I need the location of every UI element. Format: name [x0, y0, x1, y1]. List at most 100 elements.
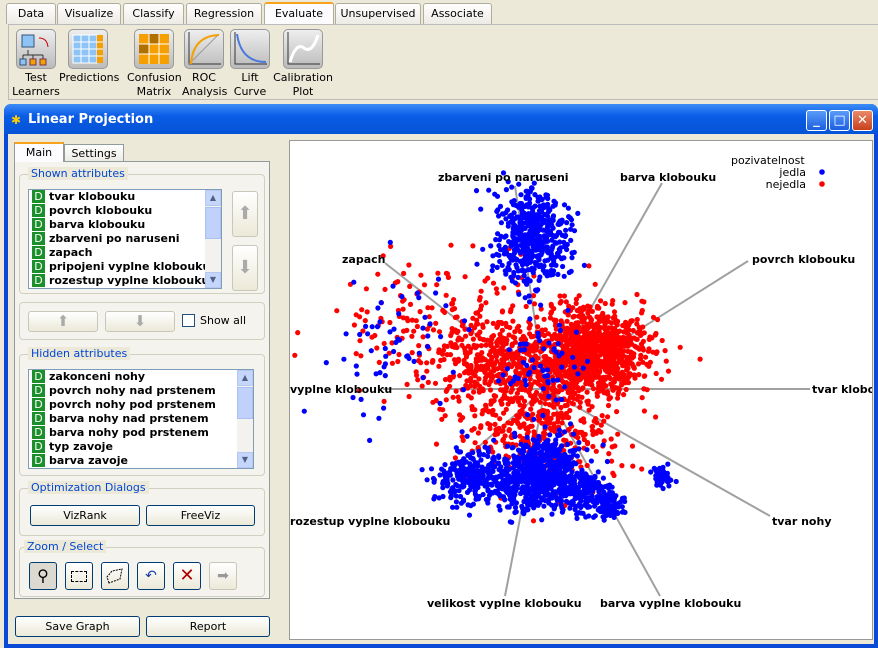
data-point-nejedla — [616, 348, 622, 354]
attribute-item[interactable]: Dzbarveni po naruseni — [29, 232, 221, 246]
shown-attributes-list[interactable]: Dtvar klobouku Dpovrch klobouku Dbarva klo… — [28, 189, 222, 289]
title-bar[interactable]: ✱ Linear Projection _ □ ✕ — [4, 104, 878, 134]
send-selection-button[interactable]: ➡ — [209, 562, 237, 590]
attribute-item[interactable]: Dbarva zavoje — [29, 454, 253, 468]
data-point-nejedla — [448, 242, 454, 248]
data-point-jedla — [541, 503, 547, 509]
show-attribute-button[interactable]: ⬇ — [105, 311, 175, 332]
freeviz-button[interactable]: FreeViz — [146, 505, 255, 526]
data-point-nejedla — [495, 323, 501, 329]
data-point-jedla — [478, 206, 484, 212]
attribute-item[interactable]: Drozestup vyplne klobouku — [29, 274, 221, 288]
tool-test-learners[interactable]: Test Learners — [11, 29, 61, 99]
data-point-nejedla — [521, 335, 527, 341]
data-point-jedla — [580, 365, 586, 371]
tab-main[interactable]: Main — [14, 142, 64, 162]
attribute-item[interactable]: Dpripojeni vyplne klobouku — [29, 260, 221, 274]
tool-predictions[interactable]: Predictions — [59, 29, 119, 85]
attribute-item[interactable]: Dzakonceni nohy — [29, 370, 253, 384]
data-point-jedla — [563, 498, 570, 504]
data-point-nejedla — [631, 364, 637, 370]
data-point-jedla — [572, 447, 578, 453]
hide-attribute-button[interactable]: ⬆ — [28, 311, 98, 332]
data-point-nejedla — [420, 334, 426, 340]
polygon-select-button[interactable] — [101, 562, 129, 590]
scroll-thumb[interactable] — [237, 387, 253, 419]
data-point-jedla — [519, 268, 525, 274]
data-point-nejedla — [478, 288, 484, 294]
tool-lift-curve[interactable]: Lift Curve — [229, 29, 271, 99]
attribute-item[interactable]: Dtyp zavoje — [29, 440, 253, 454]
data-point-jedla — [464, 466, 470, 473]
tool-calibration-plot[interactable]: Calibration Plot — [273, 29, 333, 99]
data-point-jedla — [485, 449, 492, 455]
tab-settings[interactable]: Settings — [64, 144, 124, 162]
data-point-nejedla — [584, 462, 590, 469]
data-point-nejedla — [474, 317, 480, 323]
tool-roc-analysis[interactable]: ROC Analysis — [182, 29, 227, 99]
tab-visualize[interactable]: Visualize — [57, 3, 121, 24]
data-point-jedla — [432, 494, 438, 500]
data-point-jedla — [444, 476, 450, 482]
data-point-nejedla — [593, 448, 599, 454]
tab-associate[interactable]: Associate — [423, 3, 492, 24]
data-point-jedla — [514, 227, 520, 233]
data-point-nejedla — [580, 360, 586, 366]
data-point-jedla — [549, 495, 555, 501]
data-point-nejedla — [478, 423, 484, 429]
data-point-nejedla — [636, 372, 642, 378]
plot-canvas[interactable]: tvar klobo povrch klobouku barva klobouku z… — [290, 141, 872, 639]
attribute-item[interactable]: Dbarva klobouku — [29, 218, 221, 232]
attribute-item[interactable]: Dpovrch nohy pod prstenem — [29, 398, 253, 412]
tab-classify[interactable]: Classify — [123, 3, 184, 24]
data-point-nejedla — [611, 342, 617, 348]
attribute-item[interactable]: Dtvar klobouku — [29, 190, 221, 204]
move-down-button[interactable]: ⬇ — [232, 245, 258, 291]
maximize-button[interactable]: □ — [829, 110, 850, 131]
scroll-thumb[interactable] — [205, 207, 221, 239]
hidden-attributes-list[interactable]: Dzakonceni nohy Dpovrch nohy nad prstenem… — [28, 369, 254, 469]
data-point-nejedla — [504, 395, 510, 401]
data-point-nejedla — [460, 415, 466, 421]
scrollbar[interactable]: ▲ ▼ — [205, 190, 221, 288]
data-point-jedla — [584, 358, 591, 364]
attribute-item[interactable]: Dbarva nohy nad prstenem — [29, 412, 253, 426]
data-point-nejedla — [443, 397, 449, 403]
attribute-item[interactable]: Dbarva nohy pod prstenem — [29, 426, 253, 440]
data-point-jedla — [567, 421, 574, 427]
attribute-name: zakonceni nohy — [49, 370, 146, 383]
move-up-button[interactable]: ⬆ — [232, 191, 258, 237]
scroll-up-icon[interactable]: ▲ — [205, 190, 221, 206]
minimize-button[interactable]: _ — [806, 110, 827, 131]
rectangle-select-button[interactable] — [65, 562, 93, 590]
scatter-plot[interactable]: tvar klobo povrch klobouku barva klobouku z… — [289, 140, 873, 640]
attribute-item[interactable]: Dzapach — [29, 246, 221, 260]
scroll-down-icon[interactable]: ▼ — [237, 452, 253, 468]
show-all-checkbox[interactable] — [182, 314, 195, 327]
tab-regression[interactable]: Regression — [186, 3, 262, 24]
data-point-jedla — [547, 432, 553, 438]
data-point-nejedla — [363, 286, 369, 292]
data-point-nejedla — [529, 345, 535, 351]
attribute-item[interactable]: Dpovrch klobouku — [29, 204, 221, 218]
report-button[interactable]: Report — [146, 616, 270, 637]
clear-selection-button[interactable]: ✕ — [173, 562, 201, 590]
scroll-down-icon[interactable]: ▼ — [205, 272, 221, 288]
tab-unsupervised[interactable]: Unsupervised — [335, 3, 421, 24]
data-point-nejedla — [606, 325, 612, 331]
save-graph-button[interactable]: Save Graph — [15, 616, 140, 637]
data-point-jedla — [523, 341, 529, 347]
tool-confusion-matrix[interactable]: Confusion Matrix — [127, 29, 182, 99]
scroll-up-icon[interactable]: ▲ — [237, 370, 253, 386]
close-button[interactable]: ✕ — [852, 110, 873, 131]
data-point-nejedla — [588, 319, 594, 325]
attribute-item[interactable]: Dpovrch nohy nad prstenem — [29, 384, 253, 398]
zoom-tool-button[interactable]: ⚲ — [29, 562, 57, 590]
vizrank-button[interactable]: VizRank — [30, 505, 140, 526]
tab-evaluate[interactable]: Evaluate — [264, 2, 334, 25]
data-point-nejedla — [530, 518, 537, 524]
scrollbar[interactable]: ▲ ▼ — [237, 370, 253, 468]
undo-button[interactable]: ↶ — [137, 562, 165, 590]
data-point-jedla — [480, 246, 486, 252]
tab-data[interactable]: Data — [6, 3, 56, 24]
